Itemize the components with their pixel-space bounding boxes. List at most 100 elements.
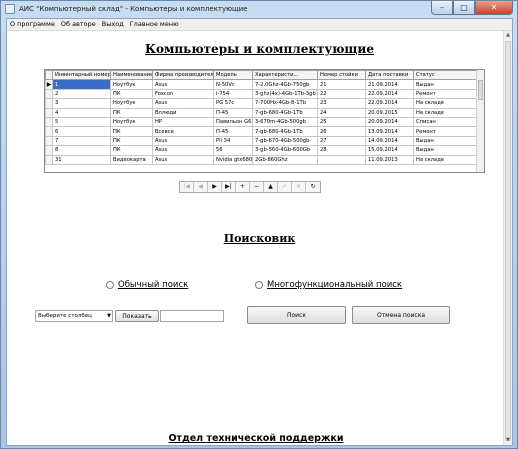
delete-record-icon[interactable]: −	[250, 182, 264, 192]
minimize-button[interactable]: –	[431, 1, 453, 15]
table-cell[interactable]: Всевсе	[152, 126, 214, 137]
column-header[interactable]: Наименование	[110, 70, 153, 81]
table-cell[interactable]: 6	[52, 126, 111, 137]
table-cell[interactable]: Выдан	[413, 145, 478, 156]
row-selector[interactable]	[45, 98, 53, 109]
row-selector[interactable]	[45, 107, 53, 118]
table-cell[interactable]: i-754	[213, 88, 253, 100]
table-cell[interactable]: П-45	[213, 126, 253, 137]
table-cell[interactable]: Ремонт	[413, 88, 478, 100]
table-row[interactable]: 5 Ноутбук HP Павильон G6 3-670m-4Gb-500gb 25 2…	[45, 116, 478, 128]
table-cell[interactable]: Asus	[152, 98, 214, 109]
table-cell[interactable]: 26	[317, 126, 366, 137]
table-cell[interactable]: 56	[213, 145, 253, 156]
row-selector[interactable]	[45, 154, 53, 165]
table-cell[interactable]: 20.09.2015	[365, 107, 414, 118]
table-cell[interactable]: 21	[317, 79, 366, 90]
table-cell[interactable]: Ноутбук	[110, 79, 153, 90]
table-cell[interactable]: 22.09.2014	[365, 88, 414, 100]
next-record-icon[interactable]: ▶	[208, 182, 222, 192]
table-cell[interactable]: 3	[52, 98, 111, 109]
table-cell[interactable]: 22.09.2014	[365, 98, 414, 109]
table-cell[interactable]	[317, 154, 366, 165]
row-selector[interactable]	[45, 135, 53, 147]
table-cell[interactable]: Ноутбук	[110, 116, 153, 128]
table-cell[interactable]: Выдан	[413, 79, 478, 90]
maximize-button[interactable]: □	[453, 1, 475, 15]
table-cell[interactable]: 7-gb-670-4Gb-500gb	[252, 135, 318, 147]
refresh-icon[interactable]: ↻	[306, 182, 320, 192]
table-cell[interactable]: 3-ghz(4x)-4Gb-1Tb-3gb	[252, 88, 318, 100]
table-cell[interactable]: 15.09.2014	[365, 145, 414, 156]
table-cell[interactable]: На складе	[413, 98, 478, 109]
table-cell[interactable]: Списан	[413, 116, 478, 128]
multi-search-option[interactable]: Многофункциональный поиск	[255, 280, 402, 290]
menu-about-program[interactable]: О программе	[7, 19, 58, 30]
column-header[interactable]: Номер стойки	[317, 70, 366, 81]
first-record-icon[interactable]: |◀	[180, 182, 194, 192]
multi-search-label[interactable]: Многофункциональный поиск	[267, 280, 402, 290]
cancel-search-button[interactable]: Отмена поиска	[352, 306, 450, 324]
table-cell[interactable]: Asus	[152, 135, 214, 147]
menu-exit[interactable]: Выход	[99, 19, 127, 30]
column-header[interactable]: Фирма производитель	[152, 70, 214, 81]
insert-record-icon[interactable]: +	[236, 182, 250, 192]
table-row[interactable]: 6 ПК Всевсе П-45 7-gb-680-4Gb-1Tb 26 13.09.201…	[45, 126, 478, 137]
table-cell[interactable]: 31	[52, 154, 111, 165]
search-input[interactable]	[160, 310, 224, 322]
simple-search-radio[interactable]	[106, 281, 114, 289]
table-row[interactable]: 31 Видеокарта Asus Nvidia gtx680 2Gb-860Ghz 1…	[45, 154, 478, 165]
table-cell[interactable]: 2	[52, 88, 111, 100]
table-cell[interactable]: PG 57c	[213, 98, 253, 109]
table-cell[interactable]: 21.09.2014	[365, 79, 414, 90]
row-selector[interactable]	[45, 88, 53, 100]
table-cell[interactable]: ПК	[110, 135, 153, 147]
current-row-indicator-icon[interactable]: ▶	[45, 79, 53, 90]
table-cell[interactable]: 3-670m-4Gb-500gb	[252, 116, 318, 128]
close-button[interactable]: ✕	[475, 1, 513, 15]
column-header[interactable]: Модель	[213, 70, 253, 81]
table-cell[interactable]: 25	[317, 116, 366, 128]
menu-about-author[interactable]: Об авторе	[58, 19, 99, 30]
menu-main-menu[interactable]: Главное меню	[127, 19, 182, 30]
table-cell[interactable]: На складе	[413, 154, 478, 165]
column-header[interactable]: Дата поставки	[365, 70, 414, 81]
table-cell[interactable]: ПК	[110, 145, 153, 156]
table-cell[interactable]: 5	[52, 116, 111, 128]
post-record-icon[interactable]: ✓	[278, 182, 292, 192]
show-button[interactable]: Показать	[115, 310, 159, 322]
table-cell[interactable]: Павильон G6	[213, 116, 253, 128]
grid-scrollbar[interactable]	[476, 70, 484, 172]
table-row[interactable]: 8 ПК Asus 56 3-gb-560-4Gb-600Gb 28 15.09.2014 В…	[45, 145, 478, 156]
table-cell[interactable]: Выдан	[413, 135, 478, 147]
cancel-record-icon[interactable]: ✕	[292, 182, 306, 192]
table-cell[interactable]: 8	[52, 145, 111, 156]
last-record-icon[interactable]: ▶|	[222, 182, 236, 192]
search-button[interactable]: Поиск	[247, 306, 346, 324]
table-cell[interactable]: Ноутбук	[110, 98, 153, 109]
table-row[interactable]: 3 Ноутбук Asus PG 57c 7-700Hz-4Gb-8-1Tb 23 22.…	[45, 98, 478, 109]
table-row[interactable]: 7 ПК Asus Pll 34 7-gb-670-4Gb-500gb 27 14.09.2…	[45, 135, 478, 147]
multi-search-radio[interactable]	[255, 281, 263, 289]
simple-search-option[interactable]: Обычный поиск	[106, 280, 188, 290]
data-grid[interactable]: Инвентарный номер Наименование Фирма про…	[44, 69, 485, 173]
table-cell[interactable]: 23	[317, 98, 366, 109]
table-cell[interactable]: N-50Vc	[213, 79, 253, 90]
table-row[interactable]: 4 ПК Вллюди П-45 7-gb-680-4Gb-1Tb 24 20.09.201…	[45, 107, 478, 118]
table-cell[interactable]: 7-2.0Ghz-4Gb-750gb	[252, 79, 318, 90]
column-select[interactable]: Выберите столбец ▼	[35, 310, 113, 322]
table-cell[interactable]: 24	[317, 107, 366, 118]
table-cell[interactable]: HP	[152, 116, 214, 128]
table-cell[interactable]: ПК	[110, 107, 153, 118]
scroll-up-arrow-icon[interactable]: ▲	[504, 31, 512, 40]
table-cell[interactable]: 7-gb-680-4Gb-1Tb	[252, 126, 318, 137]
row-selector[interactable]	[45, 126, 53, 137]
table-cell[interactable]: 7	[52, 135, 111, 147]
table-cell[interactable]: 1	[52, 79, 111, 90]
table-cell[interactable]: ПК	[110, 88, 153, 100]
table-cell[interactable]: ПК	[110, 126, 153, 137]
table-cell[interactable]: Pll 34	[213, 135, 253, 147]
column-header[interactable]: Инвентарный номер	[52, 70, 111, 81]
table-cell[interactable]: 22	[317, 88, 366, 100]
table-cell[interactable]: Ремонт	[413, 126, 478, 137]
